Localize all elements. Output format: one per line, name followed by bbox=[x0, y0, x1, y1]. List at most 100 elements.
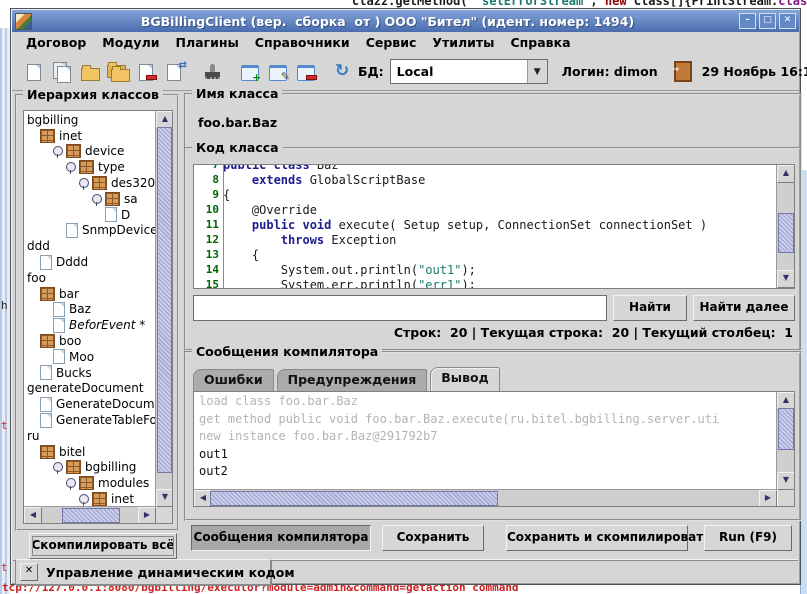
tab-Вывод[interactable]: Вывод bbox=[430, 367, 499, 391]
add-item-icon[interactable]: + bbox=[238, 60, 262, 84]
titlebar[interactable]: BGBillingClient (вер. сборка от ) ООО "Б… bbox=[12, 10, 799, 32]
output-scrollpane[interactable]: load class foo.bar.Bazget method public … bbox=[193, 391, 795, 507]
tree-item-inet[interactable]: inet bbox=[25, 128, 155, 144]
code-editor-scrollpane[interactable]: 7public class Baz8 extends GlobalScriptB… bbox=[193, 164, 795, 289]
expand-handle-icon[interactable] bbox=[66, 162, 76, 172]
tree-item-foo[interactable]: foo bbox=[25, 270, 155, 286]
tree-hscroll-thumb[interactable] bbox=[62, 508, 120, 523]
expand-handle-icon[interactable] bbox=[79, 494, 89, 504]
expand-handle-icon[interactable] bbox=[92, 194, 102, 204]
output-horizontal-scrollbar[interactable]: ◀ ▶ bbox=[194, 489, 777, 506]
tree-item-Moo[interactable]: Moo bbox=[25, 349, 155, 365]
reload-document-icon[interactable]: ⇄ bbox=[162, 60, 186, 84]
menu-item-Модули[interactable]: Модули bbox=[94, 33, 167, 52]
tree-item-des3200[interactable]: des3200 bbox=[25, 175, 155, 191]
logout-door-icon[interactable] bbox=[674, 61, 692, 82]
close-tab-icon[interactable]: ✕ bbox=[20, 563, 38, 581]
close-button[interactable]: ✕ bbox=[779, 13, 796, 29]
menu-item-Договор[interactable]: Договор bbox=[18, 33, 94, 52]
code-vertical-scrollbar[interactable]: ▲ ▼ bbox=[776, 165, 794, 288]
scroll-left-icon[interactable]: ◀ bbox=[24, 507, 42, 524]
scroll-down-icon[interactable]: ▼ bbox=[777, 472, 795, 490]
code-segment: , bbox=[590, 0, 604, 8]
scroll-right-icon[interactable]: ▶ bbox=[759, 490, 777, 507]
remove-document-icon[interactable] bbox=[134, 60, 158, 84]
tree-item-bgbilling[interactable]: bgbilling bbox=[25, 460, 155, 476]
tab-Предупреждения[interactable]: Предупреждения bbox=[277, 369, 428, 391]
folder-stack-icon[interactable] bbox=[106, 60, 130, 84]
tree-horizontal-scrollbar[interactable]: ◀ ▶ bbox=[24, 506, 156, 523]
code-segment: clazz.getMethod( bbox=[352, 0, 475, 8]
find-button[interactable]: Найти bbox=[613, 295, 687, 321]
tab-dynamic-code[interactable]: ✕ Управление динамическим кодом bbox=[15, 559, 271, 585]
scroll-down-icon[interactable]: ▼ bbox=[777, 270, 795, 288]
edit-item-icon[interactable]: ✎ bbox=[266, 60, 290, 84]
tree-item-GenerateTableFor[interactable]: GenerateTableFor bbox=[25, 412, 155, 428]
stamp-icon[interactable] bbox=[200, 60, 224, 84]
menu-item-Справочники[interactable]: Справочники bbox=[247, 33, 358, 52]
background-fragment: t bbox=[1, 561, 8, 574]
output-hscroll-thumb[interactable] bbox=[210, 491, 498, 506]
tree-item-bgbilling[interactable]: bgbilling bbox=[25, 112, 155, 128]
expand-handle-icon[interactable] bbox=[66, 478, 76, 488]
output-vscroll-thumb[interactable] bbox=[778, 408, 794, 450]
menu-item-Справка[interactable]: Справка bbox=[502, 33, 578, 52]
search-input[interactable] bbox=[193, 295, 607, 321]
package-icon bbox=[40, 287, 55, 301]
new-document-icon[interactable] bbox=[22, 60, 46, 84]
action-button-2[interactable]: Сохранить bbox=[382, 525, 484, 551]
tree-vertical-scrollbar[interactable]: ▲ ▼ bbox=[155, 111, 172, 507]
tree-item-boo[interactable]: boo bbox=[25, 333, 155, 349]
expand-handle-icon[interactable] bbox=[79, 178, 89, 188]
find-next-button[interactable]: Найти далее bbox=[693, 295, 795, 321]
action-button-3[interactable]: Сохранить и скомпилировать bbox=[506, 525, 688, 551]
tree-item-ru[interactable]: ru bbox=[25, 428, 155, 444]
scroll-down-icon[interactable]: ▼ bbox=[156, 489, 173, 507]
code-editor[interactable]: 7public class Baz8 extends GlobalScriptB… bbox=[195, 164, 776, 289]
code-vscroll-thumb[interactable] bbox=[778, 213, 794, 253]
tree-item-ddd[interactable]: ddd bbox=[25, 238, 155, 254]
tree-item-type[interactable]: type bbox=[25, 159, 155, 175]
tree-item-D[interactable]: D bbox=[25, 207, 155, 223]
compile-all-button[interactable]: Скомпилировать всё bbox=[29, 533, 177, 559]
scroll-right-icon[interactable]: ▶ bbox=[138, 507, 156, 524]
db-combobox[interactable]: Local ▼ bbox=[390, 59, 548, 84]
main-window: BGBillingClient (вер. сборка от ) ООО "Б… bbox=[10, 8, 801, 585]
tree-item-BeforEvent *[interactable]: BeforEvent * bbox=[25, 317, 155, 333]
minimize-button[interactable]: – bbox=[739, 13, 756, 29]
action-button-4[interactable]: Run (F9) bbox=[704, 525, 792, 551]
maximize-button[interactable]: □ bbox=[759, 13, 776, 29]
output-vertical-scrollbar[interactable]: ▲ ▼ bbox=[776, 392, 794, 490]
package-icon bbox=[92, 492, 107, 506]
tree-item-label: inet bbox=[111, 492, 134, 506]
tab-Ошибки[interactable]: Ошибки bbox=[193, 369, 274, 391]
action-button-1[interactable]: Сообщения компилятора bbox=[191, 525, 371, 551]
scroll-up-icon[interactable]: ▲ bbox=[777, 165, 795, 183]
chevron-down-icon[interactable]: ▼ bbox=[527, 60, 547, 83]
copy-document-icon[interactable] bbox=[50, 60, 74, 84]
tree-item-sa[interactable]: sa bbox=[25, 191, 155, 207]
tree-item-SnmpDevice[interactable]: SnmpDevice bbox=[25, 223, 155, 239]
tree-item-bitel[interactable]: bitel bbox=[25, 444, 155, 460]
tree-item-Dddd[interactable]: Dddd bbox=[25, 254, 155, 270]
tree-item-Baz[interactable]: Baz bbox=[25, 302, 155, 318]
refresh-icon[interactable]: ↻ bbox=[332, 60, 356, 84]
package-icon bbox=[66, 144, 81, 158]
expand-handle-icon[interactable] bbox=[53, 146, 63, 156]
tree-item-device[interactable]: device bbox=[25, 144, 155, 160]
tree-item-modules[interactable]: modules bbox=[25, 475, 155, 491]
menu-item-Плагины[interactable]: Плагины bbox=[167, 33, 246, 52]
expand-handle-icon[interactable] bbox=[53, 462, 63, 472]
toolbar: ⇄+✎↻ БД: Local ▼ Логин: dimon 29 Ноябрь … bbox=[12, 53, 799, 91]
tree-item-Bucks[interactable]: Bucks bbox=[25, 365, 155, 381]
menu-item-Утилиты[interactable]: Утилиты bbox=[424, 33, 502, 52]
tree-item-generateDocument[interactable]: generateDocument bbox=[25, 381, 155, 397]
tree-item-bar[interactable]: bar bbox=[25, 286, 155, 302]
tree-item-inet[interactable]: inet bbox=[25, 491, 155, 506]
tree-vscroll-thumb[interactable] bbox=[157, 127, 172, 473]
open-folder-icon[interactable] bbox=[78, 60, 102, 84]
remove-item-icon[interactable] bbox=[294, 60, 318, 84]
menu-item-Сервис[interactable]: Сервис bbox=[358, 33, 425, 52]
tree-item-GenerateDocumen[interactable]: GenerateDocumen bbox=[25, 396, 155, 412]
package-icon bbox=[79, 476, 94, 490]
